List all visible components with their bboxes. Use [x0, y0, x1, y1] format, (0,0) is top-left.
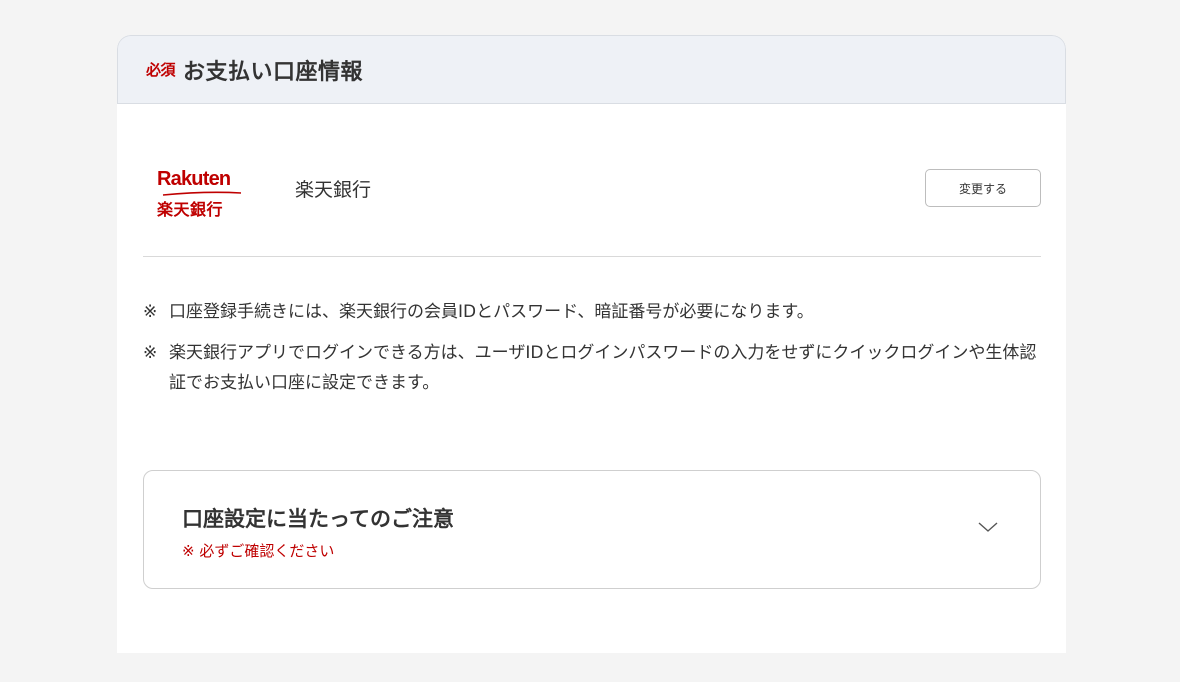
- note-text: 楽天銀行アプリでログインできる方は、ユーザIDとログインパスワードの入力をせずに…: [169, 343, 1037, 393]
- payment-account-card: 必須 お支払い口座情報 Rakuten 楽天銀行 楽天銀行 変更する ※ 口座登…: [117, 35, 1066, 653]
- rakuten-bank-logo: Rakuten 楽天銀行: [143, 158, 253, 219]
- bank-row: Rakuten 楽天銀行 楽天銀行 変更する: [143, 152, 1041, 224]
- divider: [143, 256, 1041, 257]
- account-caution-accordion[interactable]: 口座設定に当たってのご注意 ※ 必ずご確認ください: [143, 470, 1041, 589]
- accordion-title: 口座設定に当たってのご注意: [182, 507, 454, 531]
- chevron-down-icon[interactable]: [977, 520, 999, 534]
- notes-list: ※ 口座登録手続きには、楽天銀行の会員IDとパスワード、暗証番号が必要になります…: [143, 297, 1041, 409]
- note-item: ※ 口座登録手続きには、楽天銀行の会員IDとパスワード、暗証番号が必要になります…: [143, 297, 1041, 327]
- note-item: ※ 楽天銀行アプリでログインできる方は、ユーザIDとログインパスワードの入力をせ…: [143, 338, 1041, 398]
- required-badge: 必須: [146, 61, 176, 79]
- card-header: 必須 お支払い口座情報: [117, 35, 1066, 104]
- note-mark: ※: [143, 343, 158, 363]
- accordion-subtitle: ※ 必ずご確認ください: [182, 542, 335, 560]
- logo-wordmark: Rakuten: [157, 168, 231, 190]
- change-button[interactable]: 変更する: [925, 169, 1041, 207]
- logo-japanese-text: 楽天銀行: [157, 200, 224, 219]
- section-title: お支払い口座情報: [183, 59, 364, 85]
- note-mark: ※: [143, 302, 158, 322]
- note-text: 口座登録手続きには、楽天銀行の会員IDとパスワード、暗証番号が必要になります。: [169, 302, 814, 322]
- bank-name: 楽天銀行: [295, 178, 372, 201]
